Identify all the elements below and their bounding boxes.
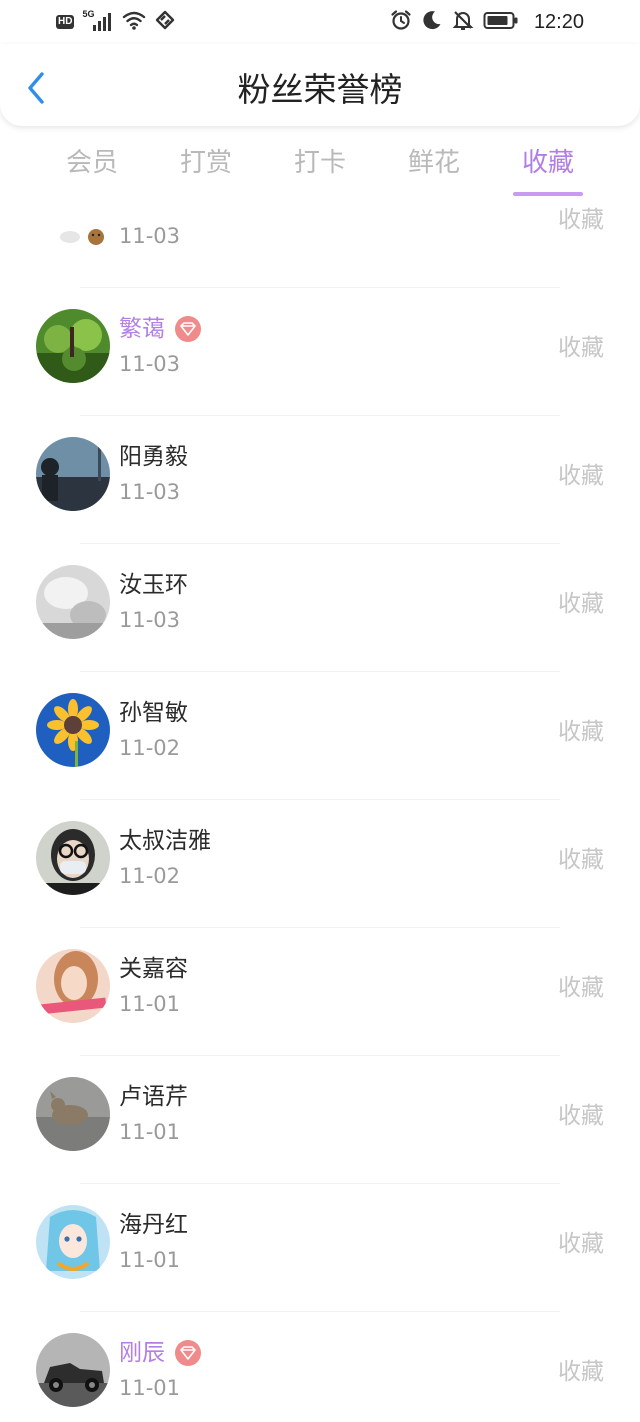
- list-item-date: 11-02: [119, 736, 181, 760]
- favorite-label: 收藏: [558, 975, 604, 1001]
- tab-label: 收藏: [521, 148, 574, 178]
- tab-label: 会员: [65, 148, 118, 178]
- tab-label: 打卡: [293, 148, 346, 178]
- status-left: HD 5G: [56, 9, 176, 36]
- list-item-name: 繁蔼: [119, 316, 165, 342]
- name-line: 阳勇毅: [119, 440, 188, 474]
- list-item[interactable]: 11-03 收藏: [0, 204, 640, 288]
- list-item-name: 关嘉容: [119, 956, 188, 982]
- avatar: [36, 1205, 110, 1279]
- favorite-label: 收藏: [558, 1231, 604, 1257]
- list-item-name: 刚辰: [119, 1340, 165, 1366]
- list-item-date: 11-03: [119, 224, 181, 248]
- avatar: [36, 437, 110, 511]
- favorite-label: 收藏: [558, 335, 604, 361]
- list-item-date: 11-03: [119, 352, 181, 376]
- list-item[interactable]: 太叔洁雅 11-02 收藏: [0, 800, 640, 928]
- favorite-label: 收藏: [558, 719, 604, 745]
- list-item-date: 11-03: [119, 480, 181, 504]
- list-item-date: 11-01: [119, 1248, 181, 1272]
- page-title: 粉丝荣誉榜: [237, 70, 403, 109]
- name-line: 汝玉环: [119, 568, 188, 602]
- list-item-date: 11-01: [119, 1120, 181, 1144]
- list-item[interactable]: 繁蔼 11-03 收藏: [0, 288, 640, 416]
- favorite-label: 收藏: [558, 591, 604, 617]
- name-line: 关嘉容: [119, 952, 188, 986]
- list-item-date: 11-01: [119, 1376, 181, 1400]
- fan-list: 11-03 收藏 繁蔼 11-03 收藏 阳勇毅 11-03 收藏 汝玉环 11…: [0, 204, 640, 1422]
- list-item-name: 海丹红: [119, 1212, 188, 1238]
- list-item[interactable]: 刚辰 11-01 收藏: [0, 1312, 640, 1422]
- avatar: [36, 949, 110, 1023]
- name-line: 卢语芹: [119, 1080, 188, 1114]
- tab-label: 鲜花: [407, 148, 460, 178]
- battery-icon: [483, 9, 519, 36]
- avatar: [36, 309, 110, 383]
- name-line: 刚辰: [119, 1336, 201, 1370]
- favorite-label: 收藏: [558, 847, 604, 873]
- list-item[interactable]: 孙智敏 11-02 收藏: [0, 672, 640, 800]
- bell-mute-icon: [452, 9, 474, 36]
- diamond-icon: [175, 316, 201, 342]
- name-line: 太叔洁雅: [119, 824, 211, 858]
- avatar: [36, 1077, 110, 1151]
- name-line: 繁蔼: [119, 312, 201, 346]
- list-item-name: 阳勇毅: [119, 444, 188, 470]
- avatar: [36, 821, 110, 895]
- avatar: [36, 1333, 110, 1407]
- tab-checkin[interactable]: 打卡: [265, 140, 375, 186]
- list-item-name: 孙智敏: [119, 700, 188, 726]
- name-line: 孙智敏: [119, 696, 188, 730]
- alarm-icon: [390, 9, 412, 36]
- list-item-name: 太叔洁雅: [119, 828, 211, 854]
- tab-member[interactable]: 会员: [37, 140, 147, 186]
- diamond-icon: [175, 1340, 201, 1366]
- link-icon: [154, 9, 176, 36]
- list-item-date: 11-03: [119, 608, 181, 632]
- list-item[interactable]: 海丹红 11-01 收藏: [0, 1184, 640, 1312]
- avatar: [36, 565, 110, 639]
- tab-favorites[interactable]: 收藏: [493, 140, 603, 196]
- list-item-name: 卢语芹: [119, 1084, 188, 1110]
- signal-icon: 5G: [82, 9, 114, 33]
- favorite-label: 收藏: [558, 463, 604, 489]
- avatar: [36, 693, 110, 767]
- app-header: 粉丝荣誉榜: [0, 44, 640, 126]
- status-bar: HD 5G 12:20: [0, 0, 640, 44]
- favorite-label: 收藏: [558, 1103, 604, 1129]
- active-tab-indicator: [513, 192, 583, 196]
- list-item-name: 汝玉环: [119, 572, 188, 598]
- list-item[interactable]: 关嘉容 11-01 收藏: [0, 928, 640, 1056]
- list-item-date: 11-02: [119, 864, 181, 888]
- moon-icon: [421, 9, 443, 36]
- tab-label: 打赏: [179, 148, 232, 178]
- tab-reward[interactable]: 打赏: [151, 140, 261, 186]
- favorite-label: 收藏: [558, 207, 604, 233]
- list-item[interactable]: 阳勇毅 11-03 收藏: [0, 416, 640, 544]
- name-line: 海丹红: [119, 1208, 188, 1242]
- list-item-date: 11-01: [119, 992, 181, 1016]
- status-time: 12:20: [533, 10, 584, 33]
- avatar: [36, 204, 110, 255]
- list-item[interactable]: 卢语芹 11-01 收藏: [0, 1056, 640, 1184]
- tab-flowers[interactable]: 鲜花: [379, 140, 489, 186]
- wifi-icon: [122, 9, 146, 36]
- status-right: 12:20: [390, 9, 584, 35]
- tab-bar: 会员 打赏 打卡 鲜花 收藏: [0, 140, 640, 200]
- favorite-label: 收藏: [558, 1359, 604, 1385]
- hd-badge: HD: [56, 15, 75, 29]
- list-item[interactable]: 汝玉环 11-03 收藏: [0, 544, 640, 672]
